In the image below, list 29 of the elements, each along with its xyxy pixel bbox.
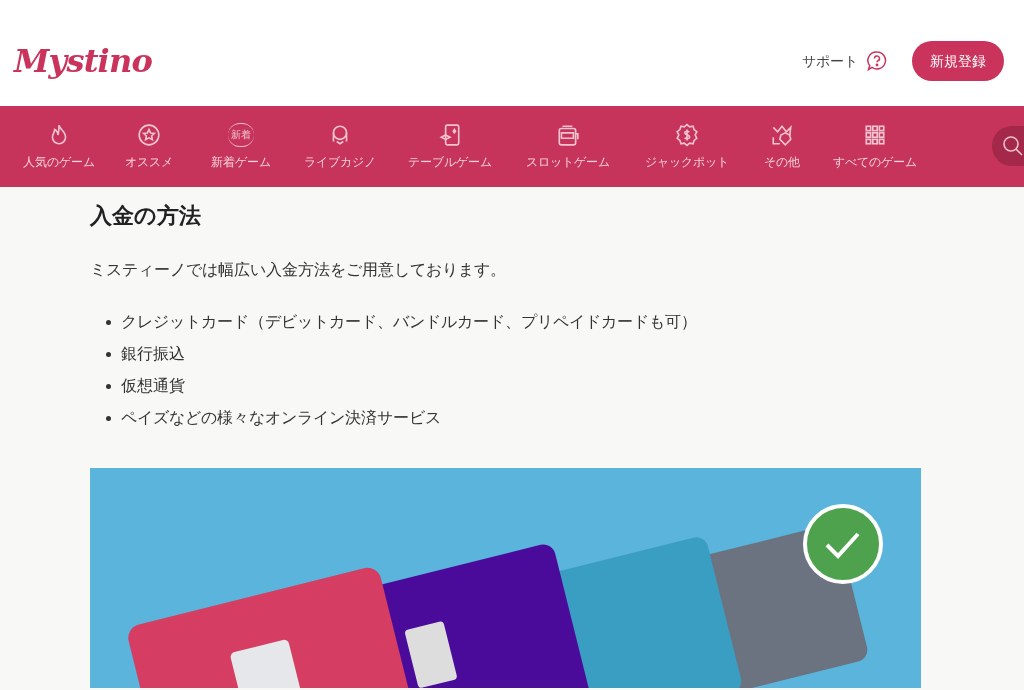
grid-icon — [863, 122, 887, 147]
nav-item[interactable]: その他 — [748, 122, 816, 171]
nav-item[interactable]: オススメ — [106, 122, 192, 171]
nav-item[interactable]: テーブルゲーム — [390, 122, 510, 171]
nav-item[interactable]: スロットゲーム — [510, 122, 626, 171]
nav-item[interactable]: 新着 新着ゲーム — [192, 122, 290, 171]
payment-method: 銀行振込 — [121, 343, 185, 365]
nav-item[interactable]: ジャックポット — [626, 122, 748, 171]
signup-button[interactable]: 新規登録 — [912, 41, 1004, 81]
payment-method: ペイズなどの様々なオンライン決済サービス — [121, 407, 441, 429]
bullet-icon — [106, 383, 111, 389]
nav-item[interactable]: 人気のゲーム — [12, 122, 106, 171]
search-icon — [1002, 135, 1024, 157]
logo[interactable]: Mystino — [14, 37, 152, 85]
support-link[interactable]: サポート — [802, 50, 888, 72]
bullet-icon — [106, 319, 111, 325]
nav-item[interactable]: すべてのゲーム — [816, 122, 934, 171]
slot-machine-icon — [556, 122, 580, 147]
nav-item[interactable]: ライブカジノ — [290, 122, 390, 171]
payment-method: クレジットカード（デビットカード、バンドルカード、プリペイドカードも可） — [121, 311, 697, 333]
dollar-coin-icon — [675, 122, 699, 147]
card-dice-icon — [438, 122, 462, 147]
bullet-icon — [106, 415, 111, 421]
intro-text: ミスティーノでは幅広い入金方法をご用意しております。 — [90, 259, 507, 281]
bullet-icon — [106, 351, 111, 357]
article-heading: 入金の方法 — [90, 202, 202, 230]
help-icon — [866, 50, 888, 72]
search-button[interactable] — [992, 126, 1024, 166]
payment-method: 仮想通貨 — [121, 375, 185, 397]
